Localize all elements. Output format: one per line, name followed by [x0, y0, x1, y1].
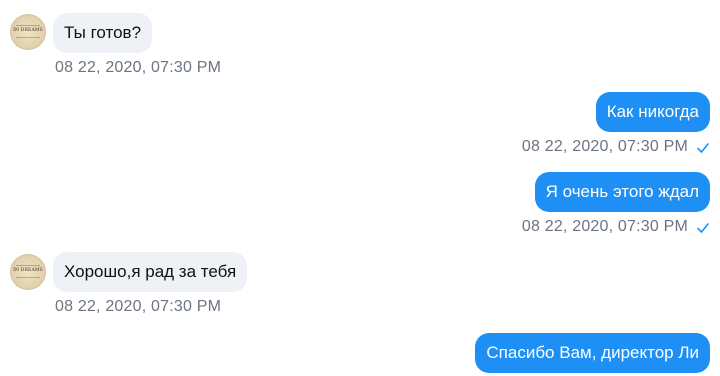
message-outgoing: Спасибо Вам, директор Ли: [0, 320, 720, 376]
message-bubble[interactable]: Спасибо Вам, директор Ли: [475, 333, 710, 373]
chat-thread: IN DREAMS Ты готов? 08 22, 2020, 07:30 P…: [0, 0, 720, 376]
message-bubble[interactable]: Как никогда: [595, 92, 710, 132]
avatar-decoration: [16, 37, 40, 38]
avatar-label: IN DREAMS: [13, 268, 43, 273]
message-bubble[interactable]: Ты готов?: [53, 13, 153, 53]
avatar-decoration: [16, 277, 40, 278]
message-outgoing: Я очень этого ждал 08 22, 2020, 07:30 PM: [0, 160, 720, 240]
message-timestamp: 08 22, 2020, 07:30 PM: [55, 59, 222, 76]
check-icon: [697, 143, 709, 153]
message-outgoing: Как никогда 08 22, 2020, 07:30 PM: [0, 80, 720, 160]
message-timestamp: 08 22, 2020, 07:30 PM: [521, 218, 688, 235]
avatar-label: IN DREAMS: [13, 28, 43, 33]
check-icon: [697, 223, 709, 233]
message-timestamp: 08 22, 2020, 07:30 PM: [521, 138, 688, 155]
message-bubble[interactable]: Хорошо,я рад за тебя: [53, 252, 248, 292]
message-bubble[interactable]: Я очень этого ждал: [534, 172, 710, 212]
avatar[interactable]: IN DREAMS: [10, 254, 46, 290]
avatar[interactable]: IN DREAMS: [10, 14, 46, 50]
message-incoming: IN DREAMS Хорошо,я рад за тебя 08 22, 20…: [0, 240, 720, 320]
avatar-decoration: [16, 25, 40, 26]
message-timestamp: 08 22, 2020, 07:30 PM: [55, 298, 222, 315]
avatar-decoration: [16, 265, 40, 266]
message-incoming: IN DREAMS Ты готов? 08 22, 2020, 07:30 P…: [0, 0, 720, 80]
